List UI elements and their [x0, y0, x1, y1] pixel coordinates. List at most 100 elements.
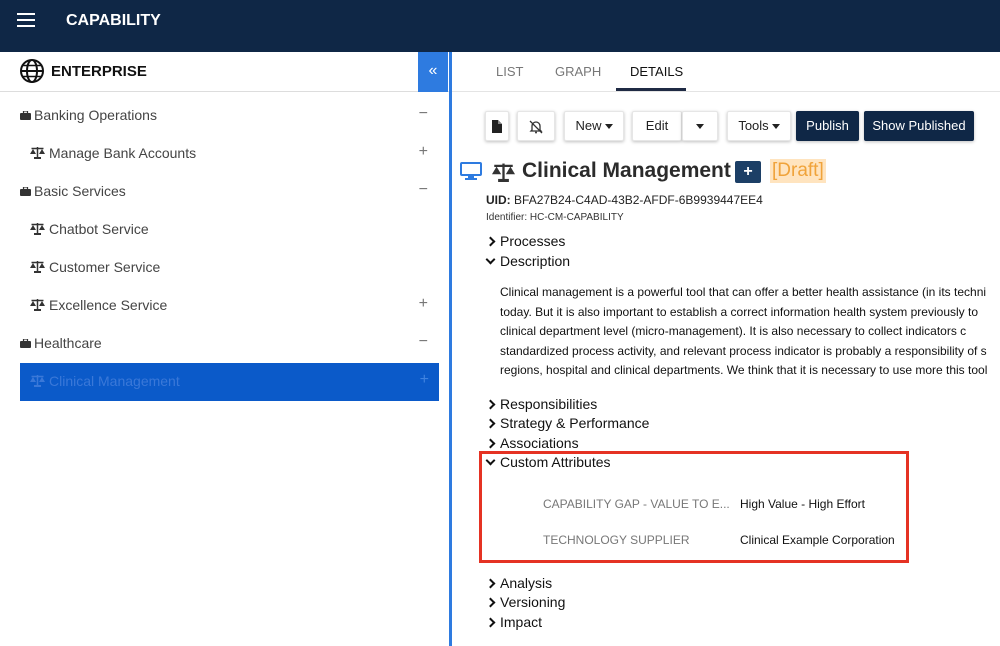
sidebar-item-chatbot-service[interactable]: Chatbot Service — [12, 211, 438, 249]
expand-toggle[interactable]: + — [419, 295, 428, 313]
sidebar-item-clinical-management[interactable]: Clinical Management + — [20, 363, 439, 401]
chevron-right-icon — [485, 236, 496, 247]
attribute-name: CAPABILITY GAP - VALUE TO E... — [543, 497, 730, 511]
scale-icon — [30, 223, 45, 235]
collapse-toggle[interactable]: − — [419, 105, 428, 123]
section-label: Custom Attributes — [500, 454, 611, 470]
scale-icon — [30, 147, 45, 159]
sidebar-item-label: Excellence Service — [49, 297, 168, 313]
collapse-sidebar-button[interactable]: « — [418, 52, 448, 92]
bell-slash-icon — [529, 120, 543, 134]
section-processes[interactable]: Processes — [485, 233, 566, 249]
section-label: Strategy & Performance — [500, 415, 650, 431]
caret-down-icon — [771, 124, 780, 130]
section-description[interactable]: Description — [485, 253, 571, 269]
monitor-icon — [460, 162, 482, 180]
edit-button[interactable]: Edit — [632, 111, 682, 141]
collapse-toggle[interactable]: − — [419, 333, 428, 351]
top-bar: CAPABILITY — [0, 0, 1000, 52]
chevron-right-icon — [485, 578, 496, 589]
chevron-right-icon — [485, 597, 496, 608]
add-button[interactable]: + — [735, 161, 761, 183]
section-versioning[interactable]: Versioning — [485, 594, 566, 610]
section-label: Processes — [500, 233, 566, 249]
section-associations[interactable]: Associations — [485, 435, 579, 451]
description-line: clinical department level (micro-managem… — [500, 324, 967, 339]
publish-button[interactable]: Publish — [796, 111, 859, 141]
sidebar-title: ENTERPRISE — [51, 63, 147, 80]
edit-label: Edit — [645, 118, 669, 133]
section-impact[interactable]: Impact — [485, 614, 543, 630]
panel-divider[interactable] — [449, 52, 452, 646]
document-icon — [492, 120, 502, 134]
edit-options-dropdown[interactable] — [682, 111, 718, 141]
sidebar-item-label: Healthcare — [34, 335, 102, 351]
description-text: Clinical management is a powerful tool t… — [500, 283, 1000, 383]
attribute-name: TECHNOLOGY SUPPLIER — [543, 533, 690, 547]
description-line: Clinical management is a powerful tool t… — [500, 285, 987, 299]
tab-list[interactable]: LIST — [496, 64, 523, 79]
sidebar-item-label: Clinical Management — [49, 373, 180, 389]
identifier: Identifier: HC-CM-CAPABILITY — [486, 212, 624, 223]
chevron-right-icon — [485, 418, 496, 429]
section-label: Analysis — [500, 575, 553, 591]
new-label: New — [575, 118, 602, 133]
briefcase-icon — [20, 187, 31, 196]
notifications-off-button[interactable] — [517, 111, 555, 141]
double-chevron-left-icon: « — [428, 62, 438, 79]
show-published-button[interactable]: Show Published — [864, 111, 974, 141]
sidebar-item-basic-services[interactable]: Basic Services − — [12, 173, 438, 211]
sidebar-item-manage-bank-accounts[interactable]: Manage Bank Accounts + — [12, 135, 438, 173]
chevron-right-icon — [485, 617, 496, 628]
caret-down-icon — [696, 124, 704, 130]
briefcase-icon — [20, 339, 31, 348]
tab-details[interactable]: DETAILS — [630, 64, 683, 79]
chevron-right-icon — [485, 438, 496, 449]
expand-toggle[interactable]: + — [419, 143, 428, 161]
uid-line: UID: BFA27B24-C4AD-43B2-AFDF-6B9939447EE… — [486, 193, 763, 207]
active-tab-indicator — [616, 88, 686, 91]
section-label: Description — [500, 253, 571, 269]
show-published-label: Show Published — [872, 118, 966, 133]
chevron-down-icon — [485, 455, 496, 466]
sidebar-item-label: Banking Operations — [34, 107, 157, 123]
tab-graph[interactable]: GRAPH — [555, 64, 601, 79]
section-responsibilities[interactable]: Responsibilities — [485, 396, 598, 412]
chevron-down-icon — [485, 254, 496, 265]
scale-icon — [491, 163, 516, 182]
collapse-toggle[interactable]: − — [419, 181, 428, 199]
expand-toggle[interactable]: + — [420, 371, 429, 389]
section-label: Impact — [500, 614, 543, 630]
section-label: Versioning — [500, 594, 566, 610]
section-strategy-performance[interactable]: Strategy & Performance — [485, 415, 650, 431]
description-line: today. But it is also important to estab… — [500, 304, 978, 319]
sidebar-item-banking-operations[interactable]: Banking Operations − — [12, 97, 438, 135]
uid-label: UID: — [486, 193, 511, 207]
sidebar-item-label: Basic Services — [34, 183, 126, 199]
new-dropdown-button[interactable]: New — [564, 111, 624, 141]
sidebar-item-label: Chatbot Service — [49, 221, 149, 237]
status-badge: [Draft] — [770, 159, 826, 183]
scale-icon — [30, 299, 45, 311]
chevron-right-icon — [485, 399, 496, 410]
document-button[interactable] — [485, 111, 509, 141]
sidebar-item-customer-service[interactable]: Customer Service — [12, 249, 438, 287]
section-label: Associations — [500, 435, 579, 451]
sidebar-item-label: Customer Service — [49, 259, 161, 275]
sidebar-item-healthcare[interactable]: Healthcare − — [12, 325, 438, 363]
section-label: Responsibilities — [500, 396, 598, 412]
section-custom-attributes[interactable]: Custom Attributes — [485, 454, 611, 470]
tools-dropdown-button[interactable]: Tools — [727, 111, 791, 141]
hamburger-menu-icon[interactable] — [17, 13, 35, 27]
briefcase-icon — [20, 111, 31, 120]
scale-icon — [30, 261, 45, 273]
tools-label: Tools — [738, 118, 769, 133]
sidebar-item-label: Manage Bank Accounts — [49, 145, 197, 161]
sidebar-item-excellence-service[interactable]: Excellence Service + — [12, 287, 438, 325]
attribute-value: Clinical Example Corporation — [740, 533, 895, 547]
app-title: CAPABILITY — [66, 12, 161, 29]
section-analysis[interactable]: Analysis — [485, 575, 553, 591]
uid-value: BFA27B24-C4AD-43B2-AFDF-6B9939447EE4 — [514, 193, 763, 207]
caret-down-icon — [604, 124, 613, 130]
publish-label: Publish — [806, 118, 849, 133]
